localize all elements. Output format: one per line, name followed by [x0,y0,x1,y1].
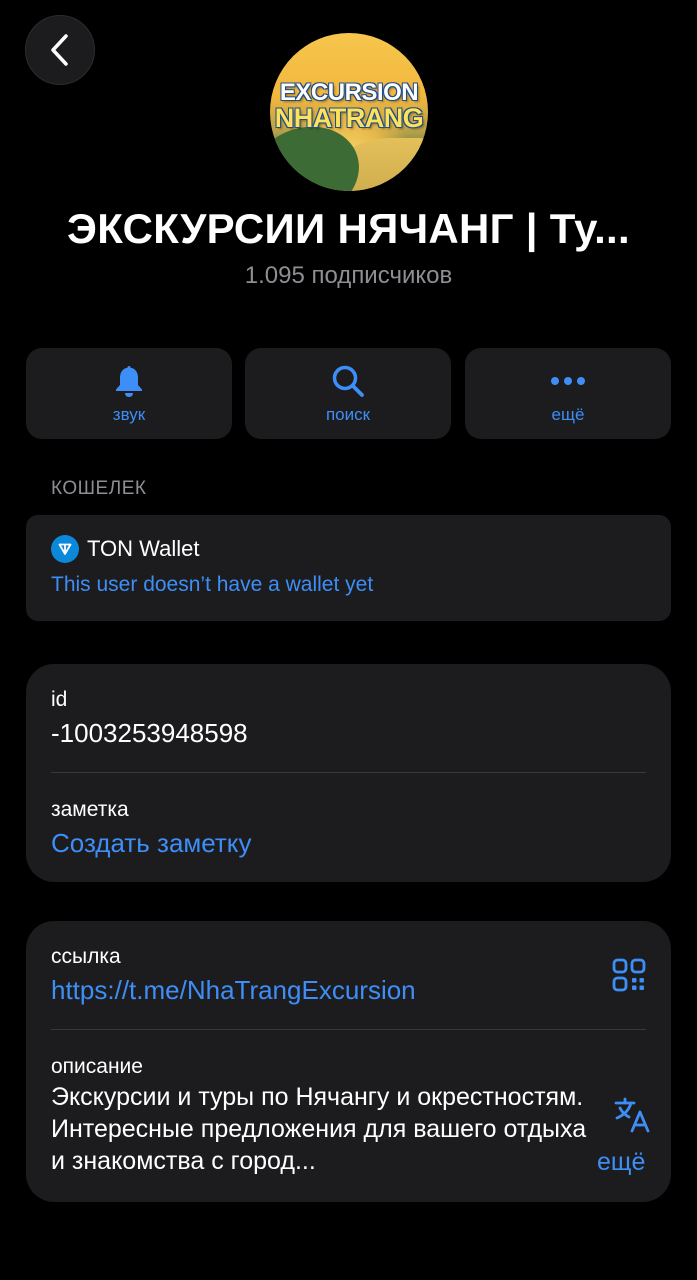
channel-link[interactable]: https://t.me/NhaTrangExcursion [51,975,416,1006]
back-button[interactable] [25,15,95,85]
search-button[interactable]: поиск [245,348,451,439]
wallet-name: TON Wallet [87,536,200,561]
note-label: заметка [51,798,129,821]
channel-profile-screen: EXCURSION NHATRANG ЭКСКУРСИИ НЯЧАНГ | Ту… [0,0,697,1280]
search-icon [332,365,364,397]
create-note-link[interactable]: Создать заметку [51,828,251,859]
description-more-link[interactable]: ещё [597,1148,645,1177]
sound-button[interactable]: звук [26,348,232,439]
channel-title: ЭКСКУРСИИ НЯЧАНГ | Ту... [67,205,630,252]
more-dots-icon [551,377,585,385]
more-button-label: ещё [551,405,585,424]
subscriber-count: 1.095 подписчиков [244,262,453,289]
avatar-logo: EXCURSION NHATRANG [270,79,428,134]
avatar-logo-line2: NHATRANG [274,103,424,134]
wallet-section-header: КОШЕЛЕК [51,478,147,499]
divider [51,772,646,773]
description-text: Экскурсии и туры по Нячангу и окрестност… [51,1083,587,1175]
translate-icon[interactable] [614,1097,650,1138]
wallet-status: This user doesn’t have a wallet yet [51,573,374,596]
divider [51,1029,646,1030]
id-label: id [51,688,68,711]
channel-avatar[interactable]: EXCURSION NHATRANG [270,33,428,191]
more-button[interactable]: ещё [465,348,671,439]
description-label: описание [51,1055,143,1078]
search-button-label: поиск [325,405,371,424]
link-description-card: ссылка https://t.me/NhaTrangExcursion оп… [26,921,671,1202]
chevron-left-icon [51,34,68,66]
sound-button-label: звук [112,405,146,424]
id-value[interactable]: -1003253948598 [51,718,248,749]
wallet-card[interactable]: TON Wallet This user doesn’t have a wall… [26,515,671,621]
ton-icon [51,535,79,563]
info-card: id -1003253948598 заметка Создать заметк… [26,664,671,882]
bell-icon [116,366,142,397]
avatar-logo-line1: EXCURSION [279,79,419,106]
qr-code-icon[interactable] [612,958,646,997]
link-label: ссылка [51,945,121,968]
